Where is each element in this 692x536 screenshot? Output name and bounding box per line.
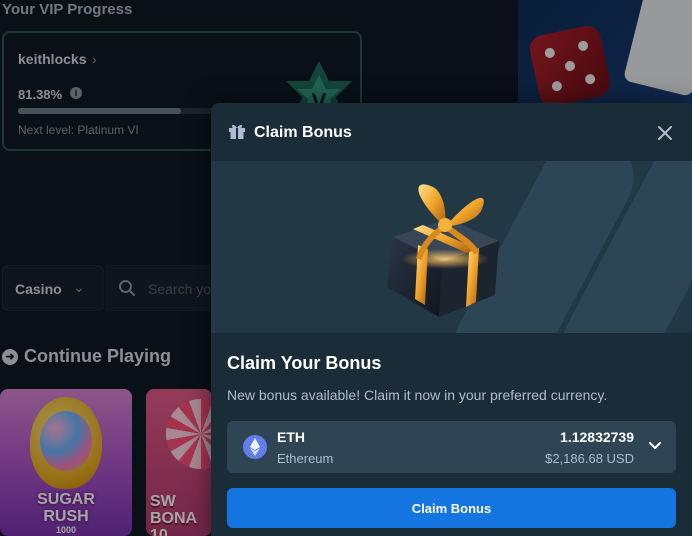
currency-code: ETH (277, 429, 305, 445)
ethereum-icon (243, 435, 267, 459)
currency-name: Ethereum (277, 451, 334, 466)
chevron-down-icon (649, 442, 661, 449)
claim-description: New bonus available! Claim it now in you… (227, 387, 608, 403)
claim-bonus-modal: Claim Bonus Claim Your Bonus New bonus a… (211, 103, 692, 536)
claim-heading: Claim Your Bonus (227, 353, 382, 373)
currency-amount: 1.12832739 (560, 429, 634, 445)
currency-usd-value: $2,186.68 USD (545, 451, 634, 466)
bonus-banner (211, 161, 692, 333)
gift-box-image (387, 184, 499, 317)
currency-selector[interactable]: ETH Ethereum 1.12832739 $2,186.68 USD (227, 421, 676, 473)
modal-title: Claim Bonus (254, 124, 352, 141)
close-icon[interactable] (655, 123, 675, 143)
claim-bonus-button[interactable]: Claim Bonus (227, 488, 676, 528)
gift-icon (229, 124, 245, 139)
modal-header: Claim Bonus (211, 103, 692, 161)
